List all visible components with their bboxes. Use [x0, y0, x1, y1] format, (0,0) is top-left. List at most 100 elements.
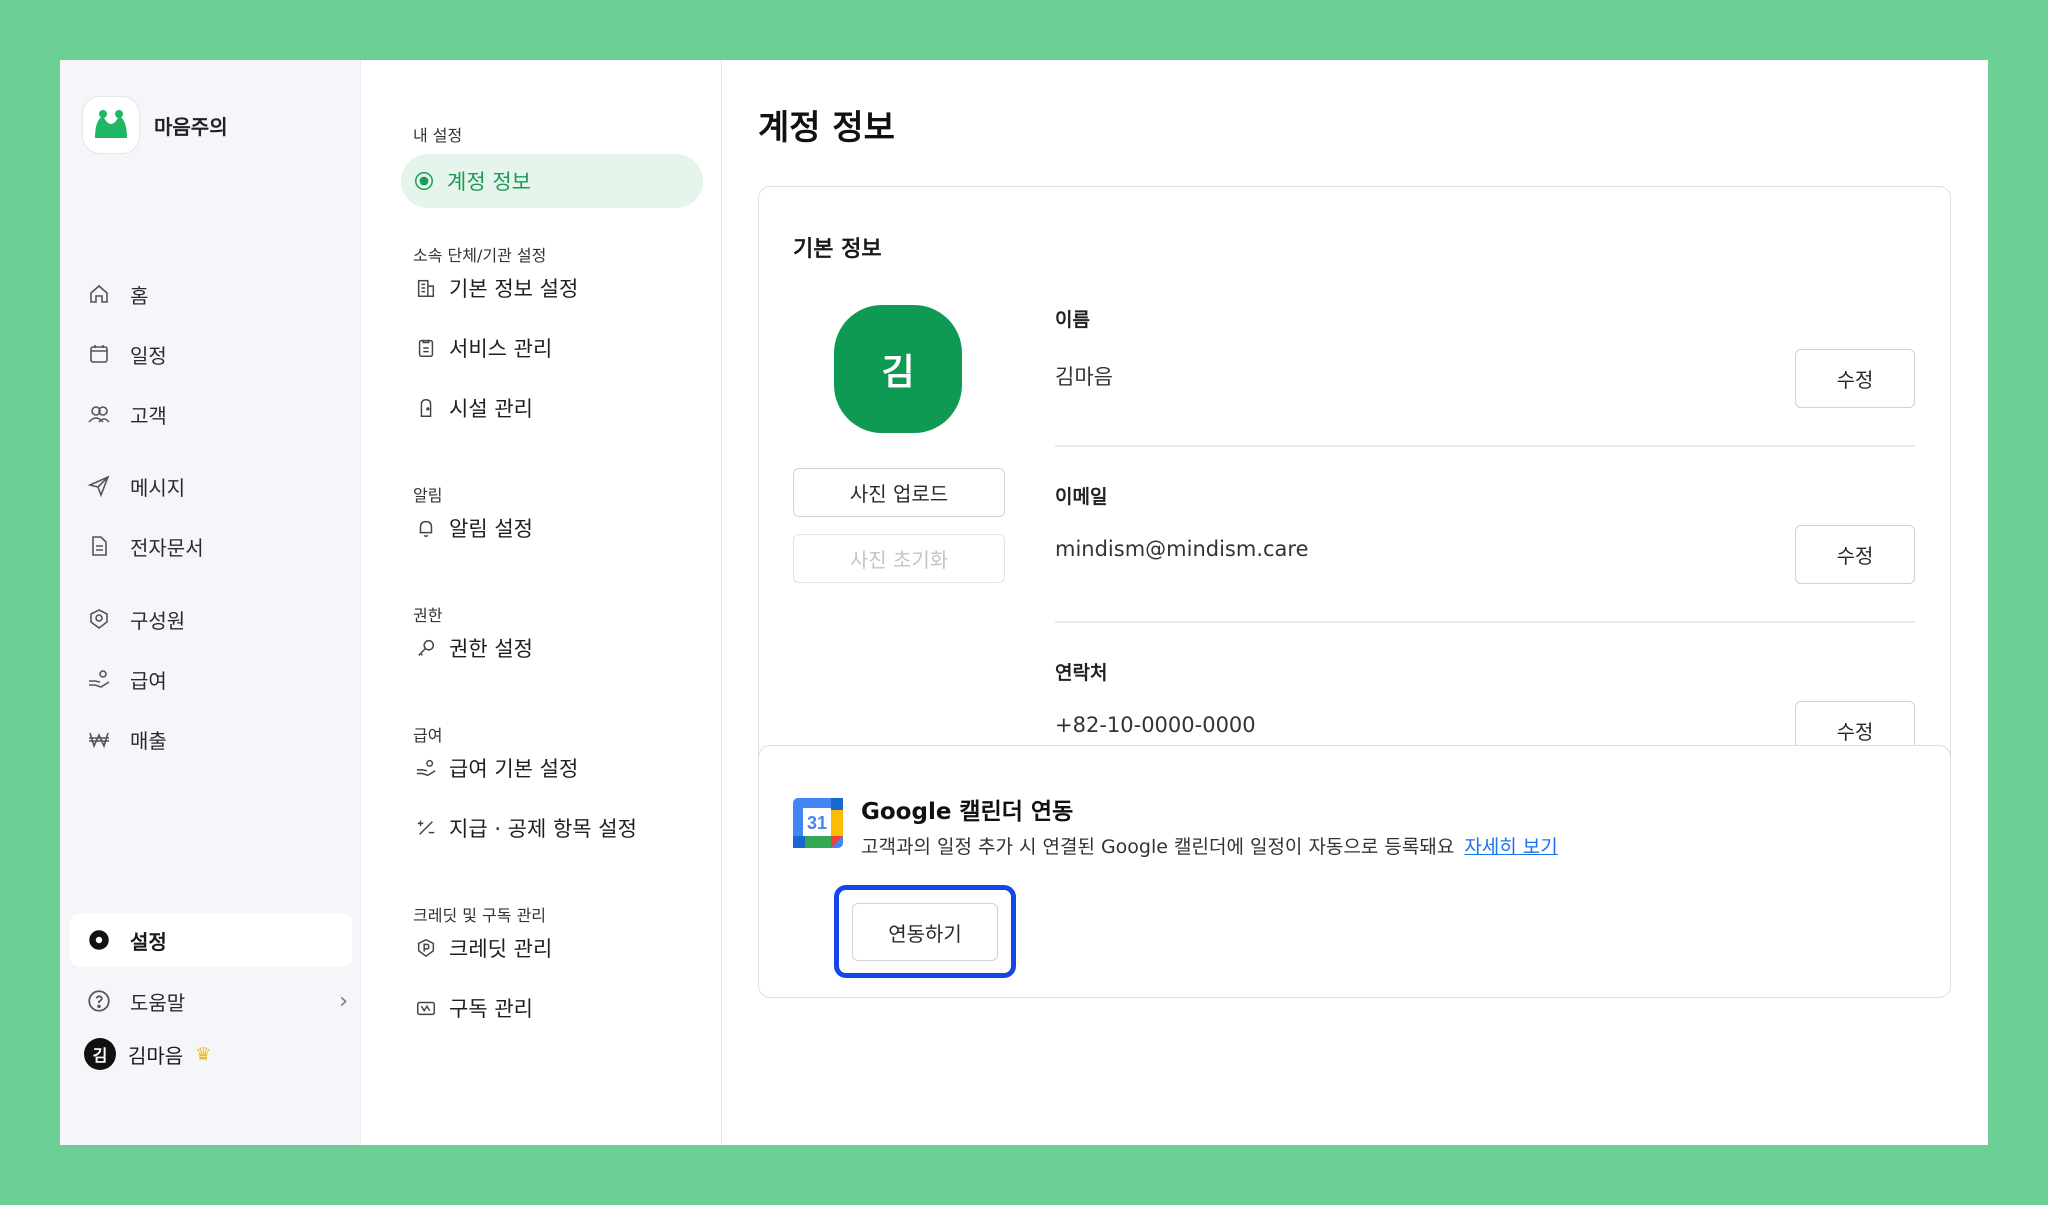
nav-label: 고객: [130, 403, 167, 428]
nav-item-schedule[interactable]: 일정: [86, 334, 167, 374]
plus-minus-icon: [417, 820, 435, 835]
sidebar: 마음주의 홈 일정 고객 메시지 전자문서 구성원 급여 매출 설정 도움말 ›…: [60, 60, 361, 1145]
chevron-right-icon: ›: [339, 988, 348, 1014]
phone-value: +82-10-0000-0000: [1055, 713, 1256, 737]
document-icon: [86, 533, 112, 559]
nav-item-documents[interactable]: 전자문서: [86, 526, 204, 566]
nav-item-messages[interactable]: 메시지: [86, 466, 185, 506]
divider: [1055, 445, 1915, 447]
basic-info-card: 기본 정보 김 사진 업로드 사진 초기화 이름 김마음 수정 이메일 mind…: [758, 186, 1951, 833]
help-icon: [86, 988, 112, 1014]
google-calendar-card: 31 Google 캘린더 연동 고객과의 일정 추가 시 연결된 Google…: [758, 745, 1951, 998]
nav-label: 일정: [130, 343, 167, 368]
edit-email-button[interactable]: 수정: [1795, 525, 1915, 584]
nav-label: 급여: [130, 668, 167, 693]
google-calendar-title: Google 캘린더 연동: [861, 799, 1074, 825]
svg-text:31: 31: [807, 813, 827, 833]
upload-photo-button[interactable]: 사진 업로드: [793, 468, 1005, 517]
nav-label: 구성원: [130, 608, 186, 633]
nav-label: 전자문서: [130, 535, 204, 560]
menu-label: 급여 기본 설정: [449, 757, 579, 781]
user-name: 김마음: [128, 1043, 184, 1068]
nav-item-members[interactable]: 구성원: [86, 599, 185, 639]
menu-label: 알림 설정: [449, 517, 533, 541]
nav-label: 매출: [130, 728, 167, 753]
key-icon: [418, 639, 435, 656]
name-label: 이름: [1055, 309, 1090, 331]
users-icon: [86, 401, 112, 427]
email-label: 이메일: [1055, 486, 1108, 508]
nav-label: 홈: [130, 283, 149, 308]
menu-item-permission-settings[interactable]: 권한 설정: [415, 628, 533, 668]
google-calendar-icon: 31: [793, 798, 843, 848]
menu-label: 서비스 관리: [449, 337, 553, 361]
won-icon: [86, 726, 112, 752]
nav-item-home[interactable]: 홈: [86, 274, 148, 314]
section-permission: 권한: [413, 606, 443, 625]
member-icon: [86, 606, 112, 632]
avatar: 김: [834, 305, 962, 433]
section-org-settings: 소속 단체/기관 설정: [413, 246, 547, 265]
menu-label: 크레딧 관리: [449, 937, 553, 961]
crown-icon: ♛: [195, 1043, 212, 1065]
brand[interactable]: 마음주의: [82, 96, 228, 154]
building-icon: [417, 279, 435, 297]
nav-label: 설정: [130, 929, 167, 954]
settings-menu: 내 설정 계정 정보 소속 단체/기관 설정 기본 정보 설정 서비스 관리 시…: [361, 60, 722, 1145]
subscription-icon: [417, 1001, 435, 1016]
menu-item-salary-basic[interactable]: 급여 기본 설정: [415, 748, 578, 788]
nav-item-salary[interactable]: 급여: [86, 659, 167, 699]
nav-item-settings[interactable]: 설정: [70, 913, 352, 967]
page-title: 계정 정보: [758, 108, 895, 148]
card-title: 기본 정보: [793, 237, 882, 262]
name-value: 김마음: [1055, 365, 1113, 389]
divider: [1055, 621, 1915, 623]
reset-photo-button[interactable]: 사진 초기화: [793, 534, 1005, 583]
section-salary: 급여: [413, 726, 443, 745]
description-text: 고객과의 일정 추가 시 연결된 Google 캘린더에 일정이 자동으로 등록…: [861, 836, 1455, 858]
email-value: mindism@mindism.care: [1055, 537, 1309, 561]
menu-label: 계정 정보: [447, 170, 531, 194]
edit-name-button[interactable]: 수정: [1795, 349, 1915, 408]
phone-label: 연락처: [1055, 662, 1108, 684]
section-notice: 알림: [413, 486, 443, 505]
menu-item-basic-info[interactable]: 기본 정보 설정: [415, 268, 578, 308]
door-icon: [420, 399, 432, 417]
connect-button[interactable]: 연동하기: [852, 903, 998, 961]
learn-more-link[interactable]: 자세히 보기: [1464, 832, 1557, 859]
nav-item-help[interactable]: 도움말 ›: [86, 974, 348, 1028]
google-calendar-description: 고객과의 일정 추가 시 연결된 Google 캘린더에 일정이 자동으로 등록…: [861, 832, 1558, 859]
menu-label: 구독 관리: [449, 997, 533, 1021]
credit-icon: [417, 938, 435, 958]
menu-item-facility-manage[interactable]: 시설 관리: [415, 388, 533, 428]
menu-item-service-manage[interactable]: 서비스 관리: [415, 328, 552, 368]
gear-icon: [86, 927, 112, 953]
menu-item-credit-manage[interactable]: 크레딧 관리: [415, 928, 552, 968]
clipboard-icon: [418, 339, 434, 357]
nav-item-customers[interactable]: 고객: [86, 394, 167, 434]
section-my-settings: 내 설정: [413, 126, 463, 145]
bell-icon: [419, 520, 433, 537]
salary-icon: [86, 666, 112, 692]
nav-item-sales[interactable]: 매출: [86, 719, 167, 759]
nav-label: 도움말: [130, 990, 186, 1015]
app-window: 마음주의 홈 일정 고객 메시지 전자문서 구성원 급여 매출 설정 도움말 ›…: [60, 60, 1988, 1145]
send-icon: [86, 473, 112, 499]
menu-item-account-info[interactable]: 계정 정보: [401, 154, 703, 208]
menu-item-pay-deduct[interactable]: 지급 · 공제 항목 설정: [415, 808, 637, 848]
brand-logo-icon: [82, 96, 140, 154]
calendar-icon: [86, 341, 112, 367]
menu-label: 기본 정보 설정: [449, 277, 579, 301]
menu-item-subscription-manage[interactable]: 구독 관리: [415, 988, 533, 1028]
user-profile[interactable]: 김 김마음 ♛: [84, 1038, 211, 1070]
brand-name: 마음주의: [154, 114, 228, 139]
section-credit: 크레딧 및 구독 관리: [413, 906, 547, 925]
home-icon: [86, 281, 112, 307]
menu-label: 권한 설정: [449, 637, 533, 661]
menu-item-notice-settings[interactable]: 알림 설정: [415, 508, 533, 548]
menu-label: 지급 · 공제 항목 설정: [449, 817, 637, 841]
menu-label: 시설 관리: [449, 397, 533, 421]
main-content: 계정 정보 기본 정보 김 사진 업로드 사진 초기화 이름 김마음 수정 이메…: [722, 60, 1988, 1145]
avatar: 김: [84, 1038, 116, 1070]
nav-label: 메시지: [130, 475, 186, 500]
